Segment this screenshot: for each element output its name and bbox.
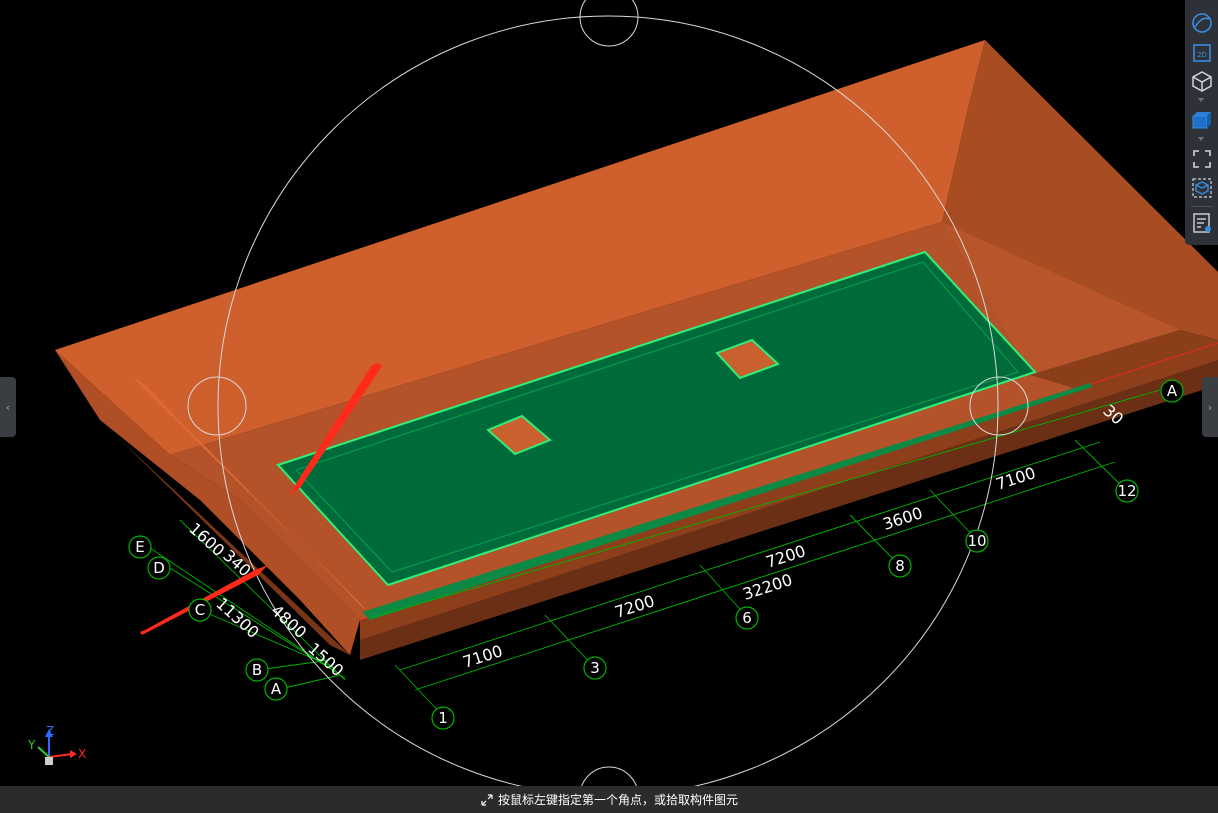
view-toolbar: 2D: [1185, 0, 1218, 245]
grid-bubble-6: 6: [735, 606, 759, 630]
model-scene[interactable]: 7100 7200 7200 3600 7100 32200 1600 340 …: [0, 0, 1218, 786]
grid-bubble-E: E: [128, 535, 152, 559]
grid-bubble-3: 3: [583, 656, 607, 680]
svg-text:B: B: [252, 661, 262, 679]
svg-text:D: D: [153, 559, 165, 577]
grid-bubble-1: 1: [431, 706, 455, 730]
grid-bubble-A-right: A: [1160, 379, 1184, 403]
view-3d-icon[interactable]: [1189, 68, 1215, 94]
svg-text:C: C: [195, 601, 205, 619]
dim-y-1500: 1500: [304, 639, 347, 680]
orbit-handle-top: [579, 0, 639, 47]
dim-y-1600: 1600: [185, 519, 228, 560]
dim-x-7200-b: 7200: [763, 541, 808, 572]
view-2d-icon[interactable]: 2D: [1189, 40, 1215, 66]
status-bar: 按鼠标左键指定第一个角点，或拾取构件图元: [0, 786, 1218, 813]
corner-select-icon: [481, 793, 493, 806]
fit-extents-icon[interactable]: [1189, 146, 1215, 172]
triad-y-label: Y: [27, 738, 36, 752]
grid-bubble-A-left: A: [264, 677, 288, 701]
dim-x-7200-a: 7200: [612, 591, 657, 622]
triad-z-label: Z: [46, 724, 54, 738]
dim-x-3600: 3600: [880, 503, 925, 534]
grid-bubble-12: 12: [1115, 479, 1139, 503]
caret-down-icon[interactable]: [1198, 137, 1204, 141]
view-2d-label: 2D: [1197, 51, 1207, 59]
orbit-handle-bottom: [581, 766, 637, 786]
svg-text:A: A: [271, 680, 282, 698]
chevron-right-icon: ›: [1207, 400, 1213, 414]
orbit-icon[interactable]: [1189, 10, 1215, 36]
chevron-left-icon: ‹: [5, 400, 11, 414]
caret-down-icon[interactable]: [1198, 98, 1204, 102]
status-message: 按鼠标左键指定第一个角点，或拾取构件图元: [497, 793, 738, 807]
grid-bubble-B: B: [245, 658, 269, 682]
right-panel-handle[interactable]: ›: [1202, 377, 1218, 437]
dim-x-7100-a: 7100: [460, 641, 505, 672]
svg-text:E: E: [135, 538, 144, 556]
svg-text:A: A: [1167, 382, 1178, 400]
svg-text:3: 3: [590, 659, 600, 677]
svg-text:1: 1: [438, 709, 448, 727]
dim-y-4800: 4800: [267, 601, 310, 642]
grid-bubble-10: 10: [965, 529, 989, 553]
axis-triad: Z X Y: [27, 724, 86, 765]
grid-bubble-C: C: [188, 598, 212, 622]
svg-text:6: 6: [742, 609, 752, 627]
left-panel-handle[interactable]: ‹: [0, 377, 16, 437]
3d-viewport[interactable]: 7100 7200 7200 3600 7100 32200 1600 340 …: [0, 0, 1218, 786]
svg-text:12: 12: [1117, 482, 1136, 500]
grid-bubble-8: 8: [888, 554, 912, 578]
grid-bubble-D: D: [147, 556, 171, 580]
layer-display-icon[interactable]: [1189, 210, 1215, 236]
svg-text:10: 10: [967, 532, 986, 550]
local-3d-icon[interactable]: [1189, 175, 1215, 201]
svg-text:8: 8: [895, 557, 905, 575]
solid-box-icon[interactable]: [1189, 106, 1215, 132]
triad-x-label: X: [78, 747, 86, 761]
